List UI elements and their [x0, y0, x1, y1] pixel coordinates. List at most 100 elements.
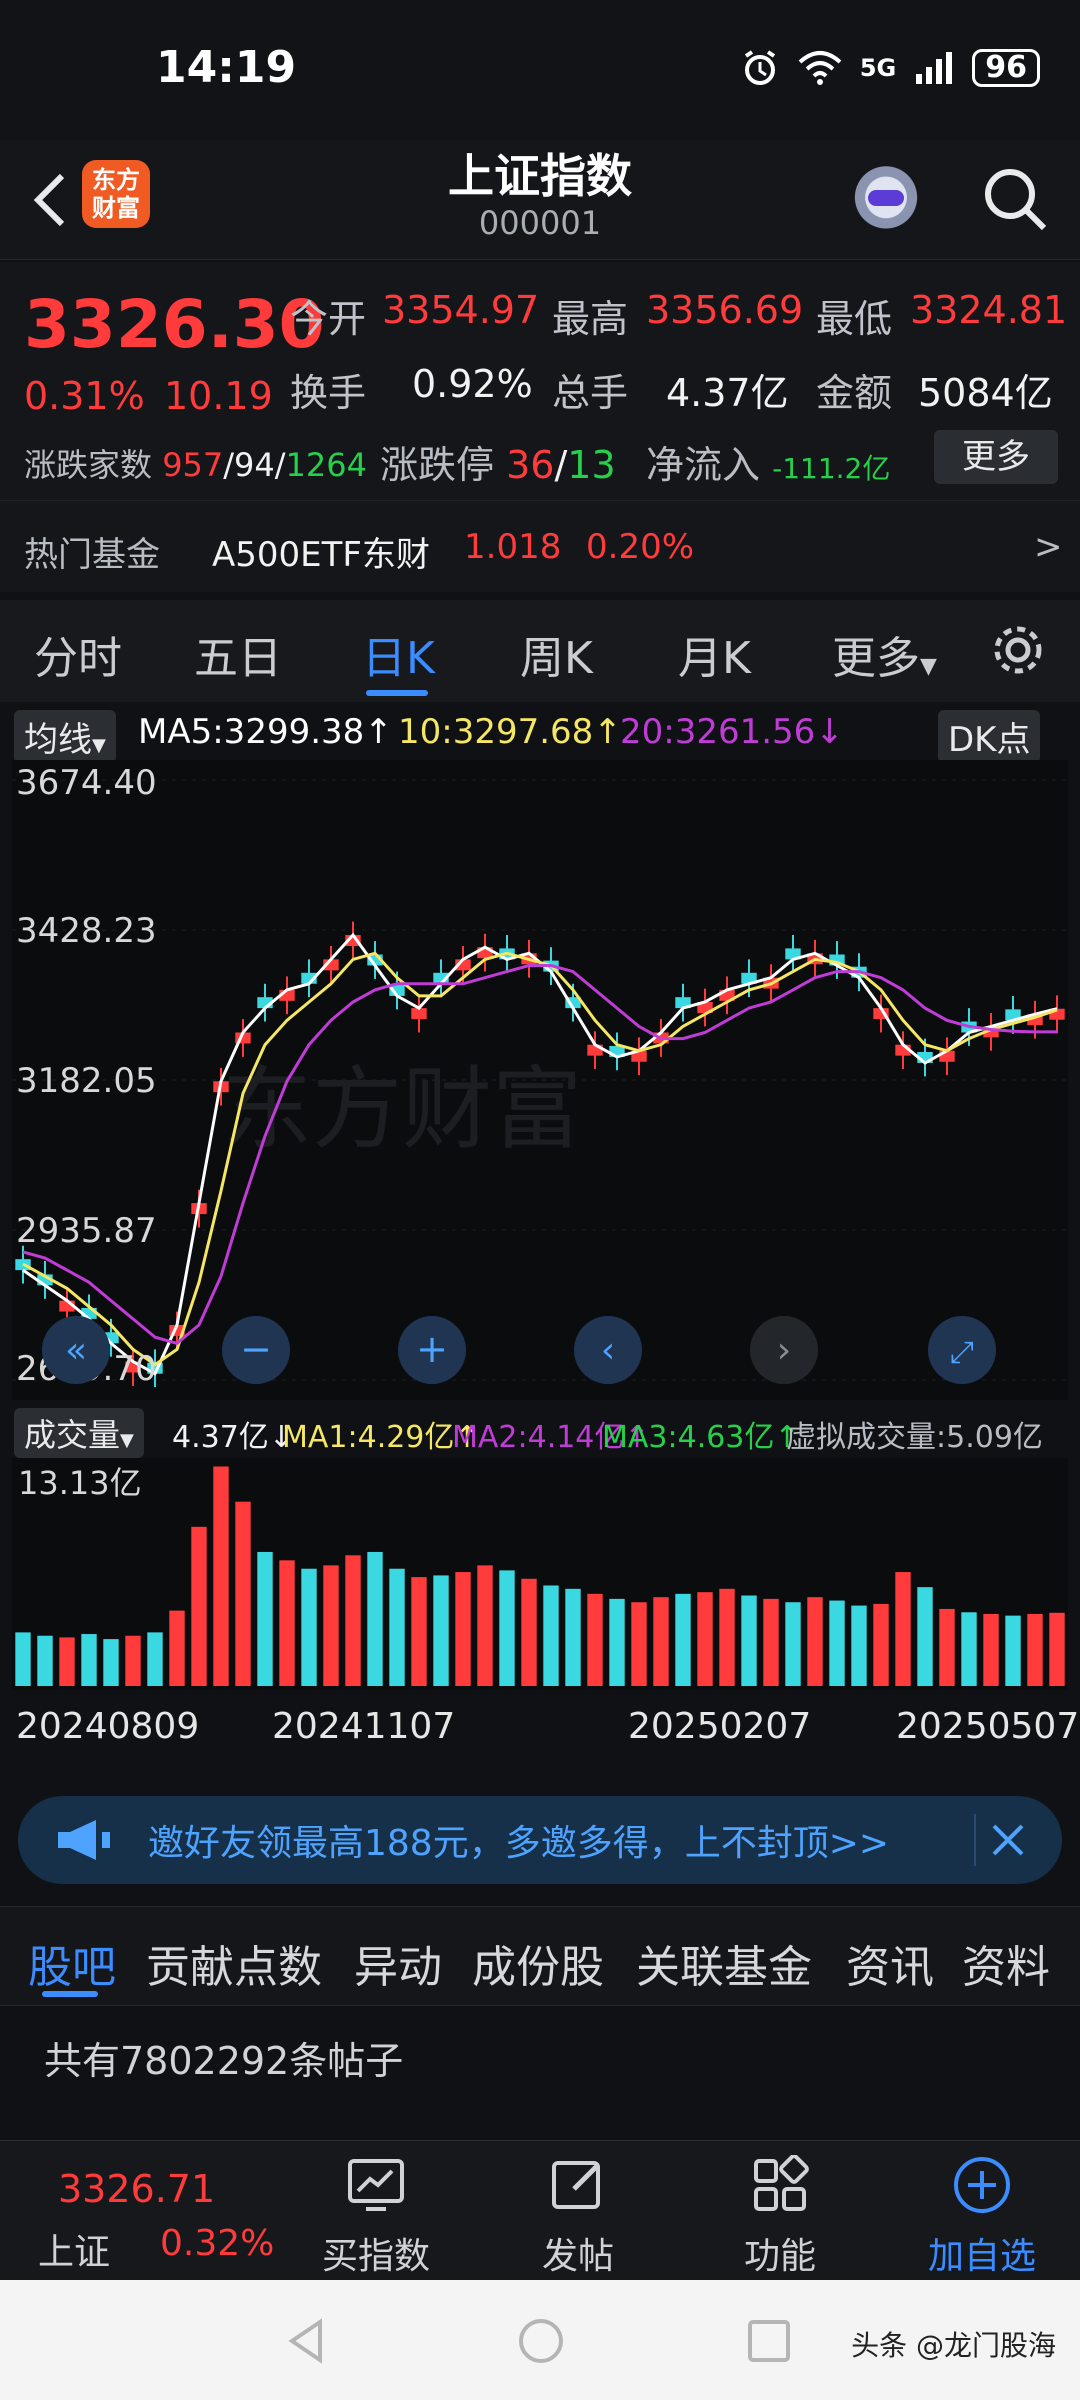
tab-constituents[interactable]: 成份股 — [472, 1931, 604, 1995]
banner-divider — [974, 1814, 976, 1866]
nav-post[interactable]: 发帖 — [498, 2227, 658, 2279]
minus-icon: − — [240, 1327, 272, 1371]
price-tick: 3182.05 — [16, 1061, 157, 1101]
volume-current: 4.37亿↓ — [172, 1420, 294, 1455]
date-tick: 20240809 — [16, 1706, 200, 1747]
volume-bar — [455, 1572, 471, 1686]
volume-bar — [235, 1501, 251, 1686]
volume-bar — [587, 1593, 603, 1686]
tab-news[interactable]: 资讯 — [846, 1931, 934, 1995]
system-recents-icon[interactable] — [744, 2316, 794, 2366]
search-icon[interactable] — [980, 164, 1050, 234]
volume-bar — [543, 1585, 559, 1686]
system-back-icon[interactable] — [282, 2316, 332, 2366]
nav-add-watchlist[interactable]: 加自选 — [902, 2227, 1062, 2279]
edit-icon — [552, 2161, 600, 2209]
post-count: 共有7802292条帖子 — [44, 2039, 404, 2083]
wifi-icon — [798, 51, 842, 85]
settings-gear-icon[interactable] — [990, 622, 1046, 678]
apps-grid-icon — [754, 2155, 809, 2211]
double-left-icon: « — [65, 1330, 87, 1371]
volume-bar — [719, 1588, 735, 1686]
volume-ma3: MA3:4.63亿↑ — [602, 1420, 800, 1455]
nav-functions[interactable]: 功能 — [700, 2227, 860, 2279]
tab-weekly-k[interactable]: 周K — [520, 622, 593, 686]
open-label: 今开 — [290, 297, 367, 341]
volume-bar — [807, 1597, 823, 1686]
open-value: 3354.97 — [382, 288, 540, 332]
tab-contribution[interactable]: 贡献点数 — [146, 1931, 322, 1995]
system-home-icon[interactable] — [516, 2316, 566, 2366]
mini-index-price: 3326.71 — [58, 2167, 216, 2211]
ma-mode-select[interactable]: 均线▼ — [14, 710, 116, 763]
limit-label: 涨跌停 — [380, 443, 495, 487]
tab-more[interactable]: 更多▼ — [832, 622, 937, 686]
active-subtab-indicator — [42, 1991, 98, 1997]
hot-fund-row[interactable]: 热门基金 A500ETF东财 1.018 0.20% > — [0, 500, 1080, 592]
netflow-stat: 净流入 -111.2亿 — [646, 434, 890, 489]
hot-fund-price: 1.018 — [464, 527, 562, 567]
nav-buy-index[interactable]: 买指数 — [296, 2227, 456, 2279]
volume-bar — [1049, 1612, 1065, 1686]
tab-daily-k[interactable]: 日K — [362, 622, 435, 686]
content-tabs: 股吧 贡献点数 异动 成份股 关联基金 资讯 资料 — [0, 1906, 1080, 2006]
tab-more-label: 更多 — [832, 633, 920, 684]
mini-index-change: 0.32% — [160, 2223, 275, 2264]
volume-bar — [785, 1602, 801, 1686]
more-button[interactable]: 更多 — [934, 430, 1058, 484]
volume-bar — [609, 1598, 625, 1686]
volume-bar — [411, 1577, 427, 1686]
volume-bar — [323, 1565, 339, 1686]
active-tab-indicator — [366, 690, 428, 696]
volume-ma1: MA1:4.29亿↑ — [282, 1420, 480, 1455]
ma-legend-row: 均线▼ MA5:3299.38↑ 10:3297.68↑ 20:3261.56↓… — [0, 702, 1080, 763]
volume-bar — [125, 1635, 141, 1686]
price-tick: 2935.87 — [16, 1211, 157, 1251]
volume-chart[interactable]: 13.13亿 — [12, 1458, 1068, 1690]
tab-profile[interactable]: 资料 — [962, 1931, 1050, 1995]
date-tick: 20250507 — [896, 1706, 1080, 1747]
volume-bar — [257, 1551, 273, 1686]
price-tick: 3674.40 — [16, 763, 157, 803]
assistant-robot-icon[interactable] — [840, 156, 932, 248]
netflow-label: 净流入 — [646, 443, 761, 487]
date-axis: 20240809 20241107 20250207 20250507 — [0, 1700, 1080, 1750]
turnover-label: 换手 — [290, 371, 367, 415]
price-tick: 3428.23 — [16, 911, 157, 951]
invite-banner[interactable]: 邀好友领最高188元，多邀多得，上不封顶>> — [18, 1796, 1062, 1884]
tab-five-day[interactable]: 五日 — [194, 622, 282, 686]
tab-intraday[interactable]: 分时 — [34, 622, 122, 686]
current-price: 3326.30 — [24, 286, 325, 363]
dropdown-icon: ▼ — [92, 735, 106, 756]
tab-related-funds[interactable]: 关联基金 — [636, 1931, 812, 1995]
volume-bar — [59, 1637, 75, 1686]
volume-bar — [1005, 1615, 1021, 1686]
high-label: 最高 — [552, 297, 629, 341]
dk-point-button[interactable]: DK点 — [938, 710, 1041, 763]
volume-bar — [389, 1568, 405, 1686]
volume-bar — [499, 1570, 515, 1686]
amount-label: 金额 — [816, 371, 893, 415]
chevron-left-icon: ‹ — [601, 1330, 615, 1371]
volume-mode-select[interactable]: 成交量▼ — [14, 1408, 144, 1458]
kline-chart[interactable]: 东方财富 3674.403428.233182.052935.872689.70… — [12, 760, 1068, 1400]
change-percent: 0.31% — [24, 374, 145, 418]
close-icon[interactable] — [986, 1818, 1030, 1862]
tab-forum[interactable]: 股吧 — [28, 1931, 116, 1995]
volume-value: 4.37亿 — [666, 371, 789, 415]
volume-bar — [1027, 1613, 1043, 1686]
volume-bar — [895, 1572, 911, 1686]
volume-bar — [15, 1632, 31, 1686]
amount-value: 5084亿 — [918, 371, 1053, 415]
volume-bar — [631, 1602, 647, 1686]
volume-bar — [37, 1635, 53, 1686]
chevron-right-icon: › — [777, 1330, 791, 1371]
turnover-value: 0.92% — [412, 362, 533, 406]
bottom-nav: 3326.71 上证 0.32% 买指数 发帖 功能 加自选 — [0, 2140, 1080, 2280]
tab-anomaly[interactable]: 异动 — [354, 1931, 442, 1995]
hot-fund-label: 热门基金 — [24, 535, 160, 575]
down-count: 1264 — [285, 446, 367, 484]
volume-bar — [477, 1565, 493, 1686]
volume-bar — [81, 1634, 97, 1686]
tab-monthly-k[interactable]: 月K — [678, 622, 751, 686]
